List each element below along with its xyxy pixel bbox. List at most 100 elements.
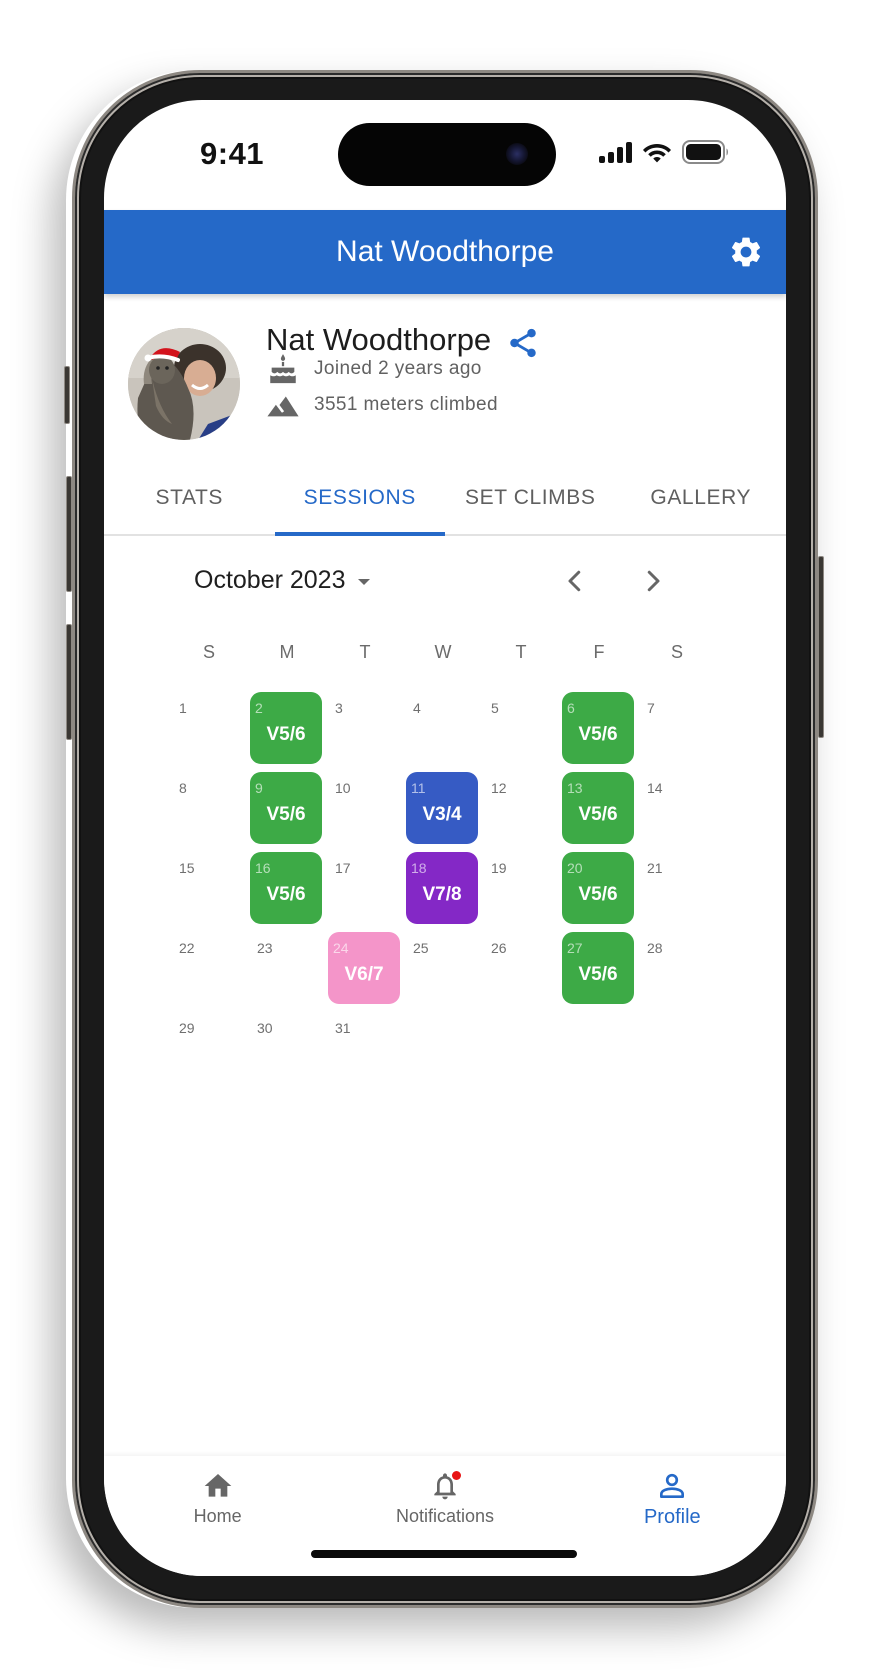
session-grade: V3/4 bbox=[422, 804, 462, 825]
calendar-day[interactable]: 16 V5/6 bbox=[248, 850, 326, 930]
calendar-day[interactable]: 11 V3/4 bbox=[404, 770, 482, 850]
calendar-grid: 1 2 V5/6 3 4 5 6 V5/6 7 8 9 V5/6 10 11 V3/4 12 13 V5/6 14 1… bbox=[170, 690, 716, 1090]
calendar-day[interactable]: 3 bbox=[326, 690, 404, 770]
calendar-day[interactable]: 31 bbox=[326, 1010, 404, 1090]
session-tile[interactable]: 6 V5/6 bbox=[562, 692, 634, 764]
session-tile[interactable]: 27 V5/6 bbox=[562, 932, 634, 1004]
calendar-day[interactable]: 27 V5/6 bbox=[560, 930, 638, 1010]
calendar-day[interactable]: 8 bbox=[170, 770, 248, 850]
app-bar: Nat Woodthorpe bbox=[104, 210, 786, 294]
profile-tabs: STATS SESSIONS SET CLIMBS GALLERY bbox=[104, 462, 786, 536]
calendar-day[interactable]: 10 bbox=[326, 770, 404, 850]
session-grade: V7/8 bbox=[422, 884, 462, 905]
volume-up-button bbox=[66, 476, 72, 592]
day-number: 16 bbox=[255, 860, 271, 876]
tab-stats[interactable]: STATS bbox=[104, 462, 275, 534]
calendar-day[interactable]: 28 bbox=[638, 930, 716, 1010]
calendar-week: 8 9 V5/6 10 11 V3/4 12 13 V5/6 14 bbox=[170, 770, 716, 850]
session-grade: V5/6 bbox=[578, 884, 618, 905]
day-number: 22 bbox=[179, 940, 195, 956]
calendar-day[interactable]: 1 bbox=[170, 690, 248, 770]
session-tile[interactable]: 11 V3/4 bbox=[406, 772, 478, 844]
day-number: 24 bbox=[333, 940, 349, 956]
nav-notifications[interactable]: Notifications bbox=[331, 1456, 558, 1576]
day-number: 14 bbox=[647, 780, 663, 796]
calendar-day[interactable]: 26 bbox=[482, 930, 560, 1010]
month-label[interactable]: October 2023 bbox=[194, 566, 346, 595]
calendar-day[interactable]: 13 V5/6 bbox=[560, 770, 638, 850]
session-grade: V5/6 bbox=[266, 724, 306, 745]
day-number: 21 bbox=[647, 860, 663, 876]
avatar[interactable] bbox=[128, 328, 240, 440]
calendar-day[interactable]: 4 bbox=[404, 690, 482, 770]
nav-profile[interactable]: Profile bbox=[559, 1456, 786, 1576]
calendar-day[interactable]: 17 bbox=[326, 850, 404, 930]
home-indicator[interactable] bbox=[311, 1550, 577, 1558]
day-number: 9 bbox=[255, 780, 263, 796]
session-grade: V5/6 bbox=[578, 724, 618, 745]
calendar-day[interactable]: 14 bbox=[638, 770, 716, 850]
chevron-left-icon bbox=[568, 570, 581, 592]
calendar-day[interactable]: 6 V5/6 bbox=[560, 690, 638, 770]
calendar-day[interactable]: 2 V5/6 bbox=[248, 690, 326, 770]
share-button[interactable] bbox=[506, 326, 540, 360]
session-grade: V6/7 bbox=[344, 964, 384, 985]
calendar-day[interactable]: 18 V7/8 bbox=[404, 850, 482, 930]
status-icons bbox=[598, 140, 730, 164]
status-time: 9:41 bbox=[200, 136, 265, 171]
dynamic-island bbox=[338, 123, 556, 186]
status-bar: 9:41 bbox=[104, 100, 786, 210]
day-number: 1 bbox=[179, 700, 187, 716]
session-tile[interactable]: 18 V7/8 bbox=[406, 852, 478, 924]
calendar-week: 29 30 31 bbox=[170, 1010, 716, 1090]
calendar-day[interactable]: 19 bbox=[482, 850, 560, 930]
calendar-day[interactable]: 25 bbox=[404, 930, 482, 1010]
session-grade: V5/6 bbox=[266, 804, 306, 825]
weekday-label: S bbox=[202, 642, 215, 662]
joined-row: Joined 2 years ago bbox=[266, 352, 482, 386]
camera-icon bbox=[506, 143, 528, 165]
session-tile[interactable]: 2 V5/6 bbox=[250, 692, 322, 764]
session-tile[interactable]: 16 V5/6 bbox=[250, 852, 322, 924]
tab-sessions[interactable]: SESSIONS bbox=[274, 462, 446, 536]
session-tile[interactable]: 24 V6/7 bbox=[328, 932, 400, 1004]
calendar-day[interactable]: 9 V5/6 bbox=[248, 770, 326, 850]
avatar-photo bbox=[128, 328, 240, 440]
weekday-label: F bbox=[593, 642, 605, 662]
weekday-label: W bbox=[434, 642, 452, 662]
calendar-day[interactable]: 20 V5/6 bbox=[560, 850, 638, 930]
day-number: 27 bbox=[567, 940, 583, 956]
calendar-day[interactable]: 24 V6/7 bbox=[326, 930, 404, 1010]
cake-icon bbox=[270, 354, 296, 384]
calendar-day[interactable]: 29 bbox=[170, 1010, 248, 1090]
day-number: 13 bbox=[567, 780, 583, 796]
session-tile[interactable]: 20 V5/6 bbox=[562, 852, 634, 924]
app-screen: 9:41 Nat Woodthorpe Nat Woodthorpe Joine… bbox=[104, 100, 786, 1576]
calendar-day bbox=[638, 1010, 716, 1090]
nav-home[interactable]: Home bbox=[104, 1456, 331, 1576]
previous-month-button[interactable] bbox=[560, 566, 590, 596]
settings-button[interactable] bbox=[728, 234, 764, 270]
day-number: 3 bbox=[335, 700, 343, 716]
calendar-day[interactable]: 15 bbox=[170, 850, 248, 930]
calendar-day[interactable]: 5 bbox=[482, 690, 560, 770]
tab-set-climbs[interactable]: SET CLIMBS bbox=[445, 462, 616, 534]
session-tile[interactable]: 9 V5/6 bbox=[250, 772, 322, 844]
calendar-day[interactable]: 23 bbox=[248, 930, 326, 1010]
month-dropdown-button[interactable] bbox=[352, 570, 376, 594]
day-number: 8 bbox=[179, 780, 187, 796]
weekday-label: M bbox=[279, 642, 295, 662]
session-grade: V5/6 bbox=[266, 884, 306, 905]
next-month-button[interactable] bbox=[638, 566, 668, 596]
bottom-navigation: Home Notifications Profile bbox=[104, 1456, 786, 1576]
tab-gallery[interactable]: GALLERY bbox=[616, 462, 787, 534]
nav-profile-label: Profile bbox=[643, 1506, 701, 1528]
session-grade: V5/6 bbox=[578, 804, 618, 825]
calendar-day[interactable]: 30 bbox=[248, 1010, 326, 1090]
session-tile[interactable]: 13 V5/6 bbox=[562, 772, 634, 844]
day-number: 20 bbox=[567, 860, 583, 876]
calendar-day[interactable]: 12 bbox=[482, 770, 560, 850]
calendar-day[interactable]: 7 bbox=[638, 690, 716, 770]
calendar-day[interactable]: 21 bbox=[638, 850, 716, 930]
calendar-day[interactable]: 22 bbox=[170, 930, 248, 1010]
